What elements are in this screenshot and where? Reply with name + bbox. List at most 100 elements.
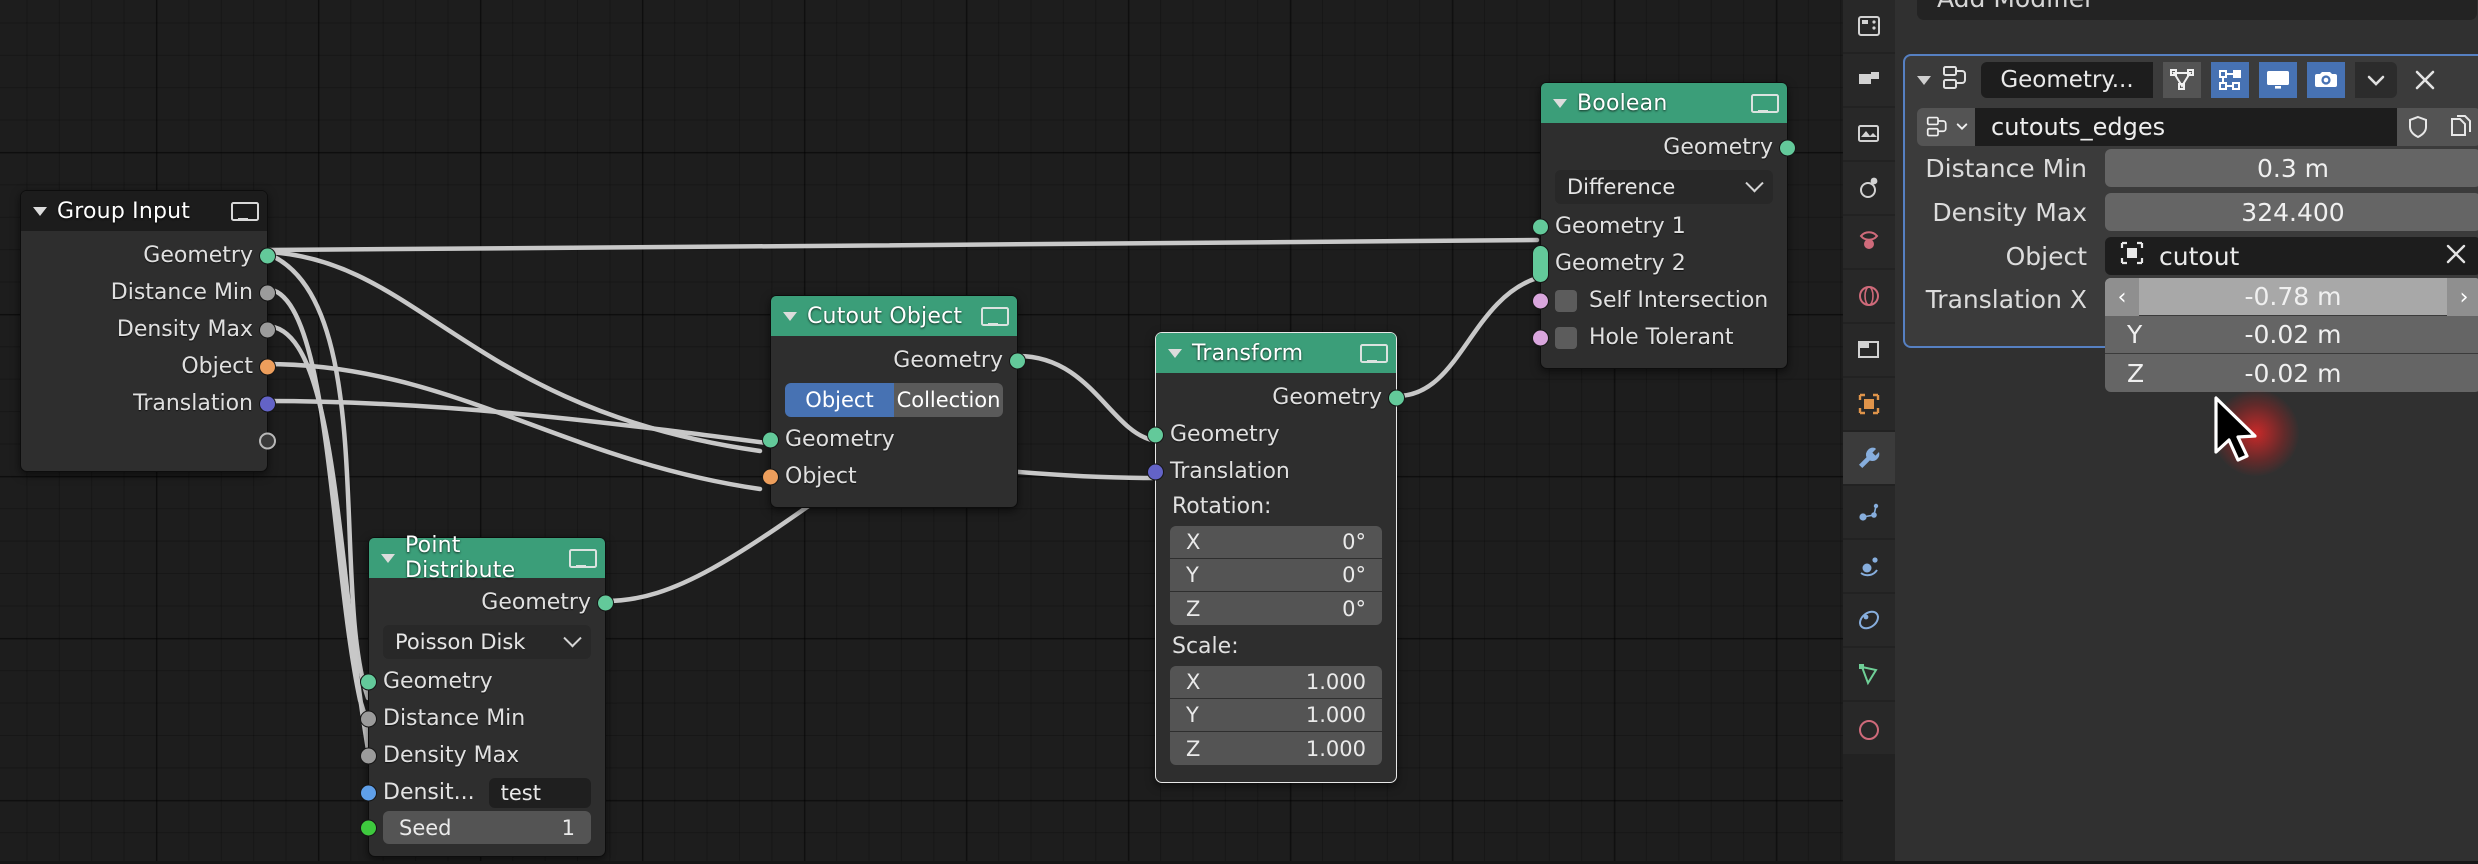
checkbox-hole-tolerant[interactable] (1555, 326, 1577, 349)
socket-translation[interactable] (259, 395, 276, 412)
node-output-socket-row[interactable]: Geometry (1541, 129, 1796, 166)
node-header[interactable]: Group Input (21, 191, 267, 231)
collapse-triangle-icon[interactable] (1917, 75, 1931, 85)
node-input-socket-row-density[interactable]: Densit... test (360, 774, 605, 811)
close-modifier-button[interactable] (2407, 62, 2443, 98)
translation-z-slider[interactable]: Z -0.02 m (2105, 354, 2478, 392)
realtime-display-button[interactable] (2211, 62, 2249, 98)
socket-geometry-out[interactable] (1009, 352, 1026, 369)
node-output-socket-row-empty[interactable] (21, 422, 276, 459)
node-input-socket-row[interactable]: Geometry 1 (1532, 208, 1787, 245)
sidebar-item-tool[interactable] (1843, 0, 1895, 52)
sidebar-item-object[interactable] (1843, 378, 1895, 430)
increment-arrow-icon[interactable]: › (2447, 278, 2478, 316)
boolean-operation-dropdown[interactable]: Difference (1555, 170, 1773, 204)
node-input-checkbox-row[interactable]: Hole Tolerant (1532, 319, 1787, 356)
node-output-socket-row[interactable]: Object (21, 348, 276, 385)
node-point-distribute[interactable]: Point Distribute Geometry Poisson Disk G… (360, 533, 614, 857)
socket-geometry-out[interactable] (1779, 139, 1796, 156)
node-output-socket-row[interactable]: Translation (21, 385, 276, 422)
field-value-distance-min[interactable]: 0.3 m (2105, 149, 2478, 187)
socket-geometry-in[interactable] (1147, 426, 1164, 443)
node-input-socket-row[interactable]: Geometry (762, 421, 1017, 458)
node-input-socket-row[interactable]: Density Max (360, 737, 605, 774)
render-display-button[interactable] (2307, 62, 2345, 98)
sidebar-item-view-layer[interactable] (1843, 162, 1895, 214)
socket-translation-in[interactable] (1147, 463, 1164, 480)
node-header[interactable]: Transform (1156, 333, 1396, 373)
node-preview-icon[interactable] (981, 306, 1009, 326)
toggle-object[interactable]: Object (785, 383, 894, 417)
node-input-socket-row[interactable]: Translation (1147, 453, 1396, 490)
socket-new-virtual[interactable] (259, 432, 276, 449)
node-preview-icon[interactable] (569, 548, 597, 568)
scale-z-field[interactable]: Z 1.000 (1170, 732, 1382, 765)
clear-object-icon[interactable] (2445, 242, 2467, 271)
socket-geometry-2-multi[interactable] (1532, 244, 1549, 283)
seed-field[interactable]: Seed 1 (360, 811, 591, 844)
node-output-socket-row[interactable]: Geometry (1156, 379, 1405, 416)
node-input-socket-row[interactable]: Geometry 2 (1532, 244, 1787, 283)
socket-self-intersection[interactable] (1532, 292, 1549, 309)
node-cutout-object[interactable]: Cutout Object Geometry Object Collection… (762, 295, 1026, 508)
node-input-socket-row[interactable]: Object (762, 458, 1017, 495)
geometry-node-editor[interactable]: Group Input Geometry Distance Min Densit… (0, 0, 1843, 864)
decrement-arrow-icon[interactable]: ‹ (2105, 278, 2139, 316)
translation-x-slider[interactable]: ‹ -0.78 m › (2105, 278, 2478, 316)
collapse-triangle-icon[interactable] (33, 206, 47, 216)
translation-vector-group[interactable]: ‹ -0.78 m › Y -0.02 m Z -0.02 m (2105, 278, 2478, 392)
distribute-method-dropdown[interactable]: Poisson Disk (383, 625, 591, 659)
sidebar-item-physics[interactable] (1843, 540, 1895, 592)
socket-geometry-in[interactable] (762, 431, 779, 448)
rotation-fields[interactable]: X 0° Y 0° Z 0° (1170, 526, 1382, 625)
object-collection-toggle[interactable]: Object Collection (785, 383, 1003, 417)
socket-geometry-in[interactable] (360, 673, 377, 690)
node-group-input[interactable]: Group Input Geometry Distance Min Densit… (20, 190, 276, 472)
socket-hole-tolerant[interactable] (1532, 329, 1549, 346)
translation-y-slider[interactable]: Y -0.02 m (2105, 316, 2478, 354)
node-input-socket-row[interactable]: Geometry (360, 663, 605, 700)
node-input-socket-row[interactable]: Distance Min (360, 700, 605, 737)
object-picker-field[interactable]: cutout (2105, 237, 2478, 275)
add-modifier-button[interactable]: Add Modifier (1917, 0, 2477, 20)
node-output-socket-row[interactable]: Geometry (369, 584, 614, 621)
toggle-collection[interactable]: Collection (894, 383, 1003, 417)
node-preview-icon[interactable] (1360, 343, 1388, 363)
node-group-name-field[interactable]: cutouts_edges (1975, 108, 2397, 146)
socket-seed[interactable] (360, 819, 377, 836)
collapse-triangle-icon[interactable] (381, 553, 395, 563)
node-group-selector[interactable]: cutouts_edges (1905, 108, 2478, 146)
node-header[interactable]: Point Distribute (369, 533, 605, 583)
node-input-checkbox-row[interactable]: Self Intersection (1532, 282, 1787, 319)
sidebar-item-particles[interactable] (1843, 486, 1895, 538)
node-transform[interactable]: Transform Geometry Geometry Translation … (1147, 332, 1405, 783)
sidebar-item-collection[interactable] (1843, 324, 1895, 376)
node-output-socket-row[interactable]: Geometry (771, 342, 1026, 379)
rotation-x-field[interactable]: X 0° (1170, 526, 1382, 559)
socket-density-max[interactable] (259, 321, 276, 338)
fake-user-button[interactable] (2397, 108, 2439, 146)
socket-geometry[interactable] (259, 247, 276, 264)
node-group-browse-button[interactable] (1917, 108, 1975, 146)
field-value-density-max[interactable]: 324.400 (2105, 193, 2478, 231)
socket-distance-min[interactable] (259, 284, 276, 301)
node-input-socket-row[interactable]: Geometry (1147, 416, 1396, 453)
socket-object-in[interactable] (762, 468, 779, 485)
collapse-triangle-icon[interactable] (783, 311, 797, 321)
properties-tab-strip[interactable] (1843, 0, 1895, 864)
sidebar-item-scene[interactable] (1843, 216, 1895, 268)
modifier-name-field[interactable]: Geometry... (1981, 62, 2153, 98)
node-output-socket-row[interactable]: Density Max (21, 311, 276, 348)
density-attribute-input[interactable]: test (488, 777, 591, 808)
socket-distance-min-in[interactable] (360, 710, 377, 727)
collapse-triangle-icon[interactable] (1168, 348, 1182, 358)
socket-density-max-in[interactable] (360, 747, 377, 764)
viewport-display-button[interactable] (2259, 62, 2297, 98)
checkbox-self-intersection[interactable] (1555, 289, 1577, 312)
node-header[interactable]: Boolean (1541, 83, 1787, 123)
sidebar-item-modifiers[interactable] (1843, 432, 1895, 484)
socket-geometry-out[interactable] (597, 594, 614, 611)
sidebar-item-output[interactable] (1843, 108, 1895, 160)
sidebar-item-constraints[interactable] (1843, 594, 1895, 646)
socket-density-attribute[interactable] (360, 784, 377, 801)
